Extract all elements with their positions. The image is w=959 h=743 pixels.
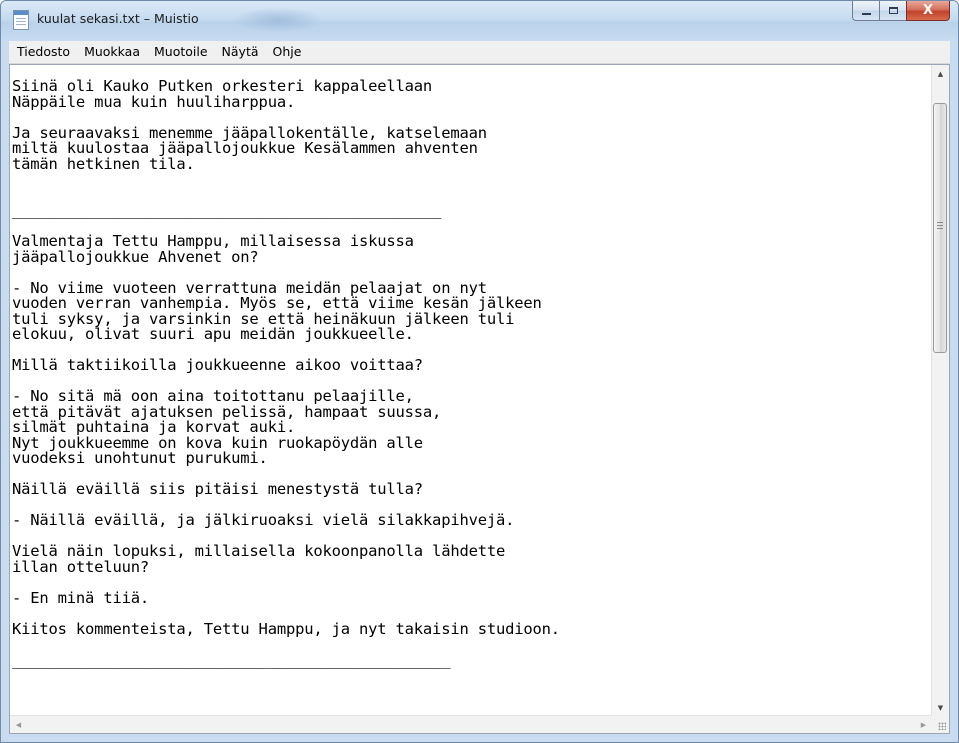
close-icon: X xyxy=(922,3,934,18)
minimize-button[interactable] xyxy=(852,1,879,21)
notepad-window: kuulat sekasi.txt – Muistio X Tiedosto M… xyxy=(0,0,959,743)
caption-buttons: X xyxy=(852,1,950,22)
horizontal-scrollbar[interactable]: ◀ ▶ xyxy=(10,715,932,733)
window-title: kuulat sekasi.txt – Muistio xyxy=(37,11,199,26)
thumb-grip-icon xyxy=(937,222,943,229)
maximize-icon xyxy=(888,7,898,14)
vertical-scrollbar[interactable]: ▲ ▼ xyxy=(931,65,949,716)
menu-nayta[interactable]: Näytä xyxy=(214,41,266,63)
menu-bar: Tiedosto Muokkaa Muotoile Näytä Ohje xyxy=(9,41,950,64)
scroll-down-arrow-icon[interactable]: ▼ xyxy=(932,699,949,716)
scroll-left-arrow-icon[interactable]: ◀ xyxy=(10,716,27,733)
notepad-icon[interactable] xyxy=(13,10,29,30)
menu-tiedosto[interactable]: Tiedosto xyxy=(9,41,77,63)
menu-muokkaa[interactable]: Muokkaa xyxy=(76,41,147,63)
minimize-icon xyxy=(861,12,871,15)
close-button[interactable]: X xyxy=(906,1,950,21)
title-glow-decoration xyxy=(233,7,323,33)
editor-client-area: Siinä oli Kauko Putken orkesteri kappale… xyxy=(9,64,950,734)
scroll-right-arrow-icon[interactable]: ▶ xyxy=(915,716,932,733)
menu-ohje[interactable]: Ohje xyxy=(265,41,309,63)
vertical-scroll-thumb[interactable] xyxy=(933,103,947,353)
document-text[interactable]: Siinä oli Kauko Putken orkesteri kappale… xyxy=(10,65,932,668)
maximize-button[interactable] xyxy=(879,1,906,21)
scroll-up-arrow-icon[interactable]: ▲ xyxy=(932,65,949,82)
menu-muotoile[interactable]: Muotoile xyxy=(146,41,215,63)
text-editor[interactable]: Siinä oli Kauko Putken orkesteri kappale… xyxy=(10,65,932,716)
title-bar[interactable]: kuulat sekasi.txt – Muistio X xyxy=(1,1,958,41)
resize-grip-icon[interactable] xyxy=(932,716,949,733)
